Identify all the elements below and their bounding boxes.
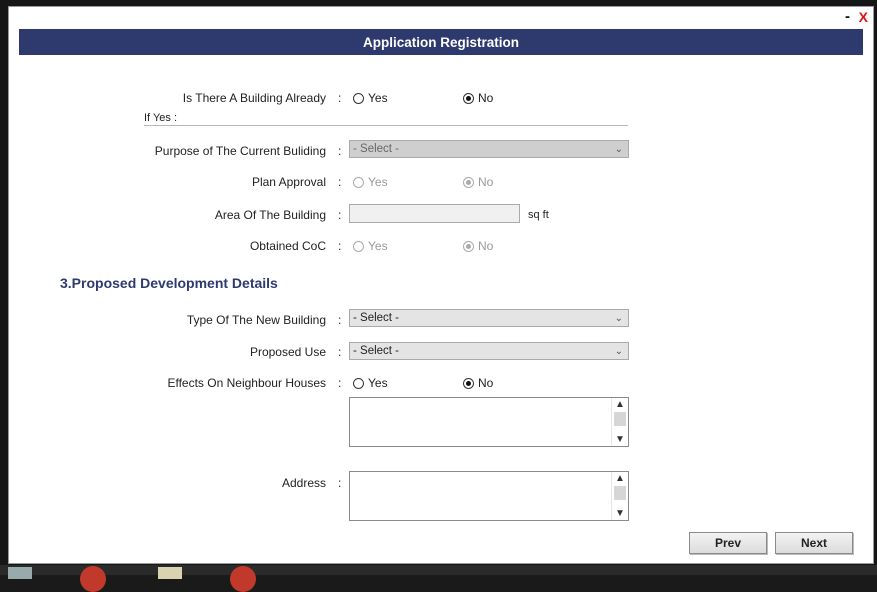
proposed-use-row: Proposed Use — [9, 345, 334, 367]
colon: : — [338, 476, 342, 490]
dialog-title-bar: Application Registration — [19, 29, 863, 55]
purpose-label: Purpose of The Current Buliding — [154, 144, 326, 158]
area-row: Area Of The Building — [9, 208, 334, 230]
section-title: 3.Proposed Development Details — [60, 275, 278, 291]
radio-label-yes: Yes — [368, 239, 388, 253]
radio-unchecked-icon — [353, 92, 364, 104]
area-label: Area Of The Building — [214, 208, 326, 222]
type-new-building-row: Type Of The New Building — [9, 313, 334, 335]
radio-checked-icon — [463, 377, 474, 389]
radio-label-yes: Yes — [368, 175, 388, 189]
effects-neighbour-row: Effects On Neighbour Houses — [9, 376, 334, 398]
taskbar-item — [158, 567, 182, 579]
colon: : — [338, 91, 342, 105]
taskbar — [0, 565, 877, 575]
application-registration-dialog: - X Application Registration Is There A … — [8, 6, 874, 564]
chevron-down-icon: ⌄ — [614, 313, 623, 324]
obtained-coc-yes-radio[interactable]: Yes — [353, 239, 388, 253]
obtained-coc-row: Obtained CoC — [9, 239, 334, 261]
radio-unchecked-icon — [353, 377, 364, 389]
purpose-row: Purpose of The Current Buliding — [9, 144, 334, 166]
radio-label-no: No — [478, 91, 494, 105]
address-label: Address — [281, 476, 326, 490]
proposed-use-select[interactable]: - Select - ⌄ — [349, 342, 629, 360]
purpose-select-value: - Select - — [353, 143, 400, 155]
scrollbar[interactable]: ▲ ▼ — [611, 472, 628, 520]
colon: : — [338, 175, 342, 189]
scrollbar[interactable]: ▲ ▼ — [611, 398, 628, 446]
radio-label-yes: Yes — [368, 376, 388, 390]
scroll-down-icon[interactable]: ▼ — [615, 508, 625, 519]
scrollbar-thumb[interactable] — [614, 412, 626, 426]
proposed-use-label: Proposed Use — [249, 345, 326, 359]
scroll-up-icon[interactable]: ▲ — [615, 399, 625, 410]
colon: : — [338, 376, 342, 390]
colon: : — [338, 208, 342, 222]
obtained-coc-label: Obtained CoC — [249, 239, 326, 253]
close-icon[interactable]: X — [859, 10, 868, 24]
building-already-row: Is There A Building Already — [9, 91, 334, 113]
if-yes-label: If Yes : — [144, 112, 178, 124]
radio-checked-icon — [463, 176, 474, 188]
radio-label-no: No — [478, 376, 494, 390]
radio-unchecked-icon — [353, 240, 364, 252]
building-already-no-radio[interactable]: No — [463, 91, 493, 105]
area-input[interactable] — [349, 204, 520, 223]
effects-neighbour-no-radio[interactable]: No — [463, 376, 493, 390]
building-already-yes-radio[interactable]: Yes — [353, 91, 388, 105]
minimize-icon[interactable]: - — [845, 9, 850, 24]
radio-label-yes: Yes — [368, 91, 388, 105]
colon: : — [338, 144, 342, 158]
divider — [144, 125, 628, 126]
type-new-building-select[interactable]: - Select - ⌄ — [349, 309, 629, 327]
radio-label-no: No — [478, 239, 494, 253]
prev-button[interactable]: Prev — [689, 532, 767, 554]
chevron-down-icon: ⌄ — [614, 346, 623, 357]
effects-neighbour-yes-radio[interactable]: Yes — [353, 376, 388, 390]
radio-checked-icon — [463, 92, 474, 104]
obtained-coc-no-radio[interactable]: No — [463, 239, 493, 253]
next-button[interactable]: Next — [775, 532, 853, 554]
colon: : — [338, 313, 342, 327]
radio-checked-icon — [463, 240, 474, 252]
area-unit-label: sq ft — [528, 209, 549, 221]
proposed-use-select-value: - Select - — [353, 345, 400, 357]
plan-approval-row: Plan Approval — [9, 175, 334, 197]
dialog-title: Application Registration — [362, 35, 519, 50]
radio-label-no: No — [478, 175, 494, 189]
plan-approval-yes-radio[interactable]: Yes — [353, 175, 388, 189]
scrollbar-thumb[interactable] — [614, 486, 626, 500]
building-already-label: Is There A Building Already — [182, 91, 326, 105]
colon: : — [338, 345, 342, 359]
effects-neighbour-label: Effects On Neighbour Houses — [167, 376, 326, 390]
address-textarea[interactable]: ▲ ▼ — [349, 471, 629, 521]
purpose-select[interactable]: - Select - ⌄ — [349, 140, 629, 158]
plan-approval-label: Plan Approval — [251, 175, 326, 189]
address-row: Address — [9, 476, 334, 498]
taskbar-app-icon — [80, 566, 106, 592]
scroll-up-icon[interactable]: ▲ — [615, 473, 625, 484]
colon: : — [338, 239, 342, 253]
taskbar-item — [8, 567, 32, 579]
chevron-down-icon: ⌄ — [614, 144, 623, 155]
type-new-building-label: Type Of The New Building — [186, 313, 326, 327]
taskbar-app-icon — [230, 566, 256, 592]
type-new-building-select-value: - Select - — [353, 312, 400, 324]
plan-approval-no-radio[interactable]: No — [463, 175, 493, 189]
effects-neighbour-textarea[interactable]: ▲ ▼ — [349, 397, 629, 447]
scroll-down-icon[interactable]: ▼ — [615, 434, 625, 445]
radio-unchecked-icon — [353, 176, 364, 188]
